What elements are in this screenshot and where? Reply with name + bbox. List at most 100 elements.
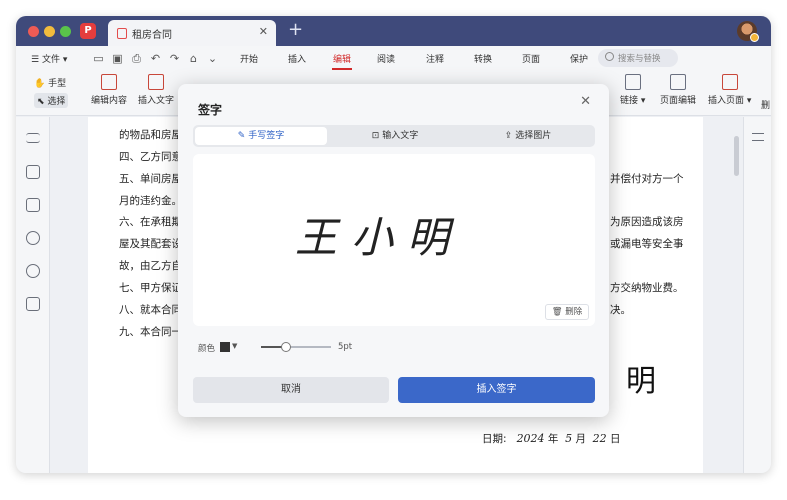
menu-bar: ☰ 文件 ▾ ▭ ▣ ⎙ ↶ ↷ ⌂ ⌄ 开始 插入 编辑 阅读 注释 转换 页…	[16, 46, 771, 72]
doc-line: 八、就本合同	[119, 304, 182, 316]
tab-type-text[interactable]: ⊡ 输入文字	[329, 127, 461, 145]
maximize-window-button[interactable]	[60, 26, 71, 37]
delete-signature-label: 删除	[565, 307, 583, 317]
doc-line: 月的违约金。	[119, 195, 182, 207]
delete-signature-button[interactable]: 🗑 删除	[545, 304, 589, 320]
open-folder-icon[interactable]: ▭	[92, 52, 105, 65]
tab-type-text-label: 输入文字	[382, 131, 419, 141]
stroke-size-label: 5pt	[338, 342, 353, 352]
pdf-file-icon	[117, 28, 127, 39]
active-tab-indicator	[332, 68, 352, 70]
signature-canvas[interactable]: 王小明 🗑 删除	[193, 154, 595, 326]
insert-page-label: 插入页面	[708, 96, 745, 106]
tab-title: 租房合同	[132, 30, 172, 41]
comment-icon[interactable]	[26, 198, 40, 212]
date-month-unit: 月	[575, 433, 586, 445]
search-input[interactable]: 搜索与替换	[598, 49, 678, 67]
date-day: 22	[592, 432, 607, 445]
hand-tool-button[interactable]: ✋ 手型	[34, 76, 66, 89]
tab-edit[interactable]: 编辑	[333, 52, 351, 65]
insert-page-icon	[721, 74, 738, 90]
doc-line: 九、本合同一	[119, 326, 182, 338]
doc-line: 屋及其配套设	[119, 238, 182, 250]
edit-content-button[interactable]: 编辑内容	[91, 74, 127, 106]
insert-text-button[interactable]: 插入文字	[138, 74, 174, 106]
search-panel-icon[interactable]	[26, 231, 40, 245]
new-tab-button[interactable]: +	[288, 19, 303, 40]
date-day-unit: 日	[609, 433, 621, 445]
doc-line-fragment: 方交纳物业费。	[610, 282, 684, 294]
dialog-close-icon[interactable]: ✕	[580, 94, 591, 109]
edit-content-label: 编辑内容	[91, 96, 128, 106]
tab-insert[interactable]: 插入	[288, 52, 306, 65]
doc-line: 的物品和房屋	[119, 129, 182, 141]
doc-line-fragment: 为原因造成该房	[610, 216, 684, 228]
search-icon	[605, 52, 614, 61]
home-icon[interactable]: ⌂	[187, 52, 200, 65]
select-tool-label: 选择	[47, 97, 66, 107]
close-window-button[interactable]	[28, 26, 39, 37]
tab-page[interactable]: 页面	[522, 52, 540, 65]
title-bar: P 租房合同 ✕ +	[16, 16, 771, 46]
doc-line: 四、乙方同意	[119, 151, 182, 163]
tab-protect[interactable]: 保护	[570, 52, 588, 65]
doc-line: 六、在承租期	[119, 216, 182, 228]
doc-line-fragment: 决。	[610, 304, 631, 316]
date-year-unit: 年	[547, 433, 559, 445]
print-icon[interactable]: ⎙	[130, 52, 143, 65]
tab-handwrite[interactable]: ✎ 手写签字	[195, 127, 327, 145]
signature-mode-tabs: ✎ 手写签字 ⊡ 输入文字 ⇪ 选择图片	[193, 125, 595, 147]
menu-icon[interactable]	[26, 133, 40, 143]
insert-signature-button[interactable]: 插入签字	[398, 377, 595, 403]
edit-content-icon	[101, 74, 117, 90]
stroke-size-slider[interactable]	[261, 342, 331, 352]
select-tool-button[interactable]: ⬉ 选择	[34, 93, 69, 108]
cancel-button[interactable]: 取消	[193, 377, 389, 403]
save-icon[interactable]: ▣	[111, 52, 124, 65]
signature-dialog: 签字 ✕ ✎ 手写签字 ⊡ 输入文字 ⇪ 选择图片 王小明 🗑 删除 颜色 ▼ …	[178, 84, 609, 417]
hand-tool-label: 手型	[48, 79, 67, 89]
insert-text-icon	[148, 74, 164, 90]
redo-icon[interactable]: ↷	[168, 52, 181, 65]
tab-annotate[interactable]: 注释	[426, 52, 444, 65]
link-icon	[624, 74, 641, 90]
undo-icon[interactable]: ↶	[149, 52, 162, 65]
tab-choose-image[interactable]: ⇪ 选择图片	[463, 127, 593, 145]
date-label: 日期:	[482, 433, 507, 445]
tab-start[interactable]: 开始	[240, 52, 258, 65]
page-edit-button[interactable]: 页面编辑	[660, 74, 696, 106]
placed-signature[interactable]: 明	[626, 356, 656, 400]
page-edit-icon	[670, 74, 686, 90]
document-tab[interactable]: 租房合同 ✕	[108, 20, 276, 46]
tab-handwrite-label: 手写签字	[248, 131, 285, 141]
file-menu-label: 文件	[41, 55, 60, 65]
date-year: 2024	[516, 432, 545, 445]
tab-convert[interactable]: 转换	[474, 52, 492, 65]
link-button[interactable]: 链接 ▾	[620, 74, 645, 106]
properties-icon[interactable]	[752, 133, 764, 141]
doc-line: 七、甲方保证	[119, 282, 182, 294]
slider-thumb[interactable]	[280, 342, 291, 352]
more-icon[interactable]: ⌄	[206, 52, 219, 65]
doc-line-fragment: 或漏电等安全事	[610, 238, 684, 250]
chevron-down-icon[interactable]: ▼	[232, 342, 237, 350]
right-sidebar	[743, 117, 771, 473]
tab-close-icon[interactable]: ✕	[259, 25, 268, 38]
delete-page-button[interactable]: 删	[761, 98, 770, 111]
thumbnails-icon[interactable]	[26, 165, 40, 179]
tab-read[interactable]: 阅读	[377, 52, 395, 65]
doc-line: 故，由乙方自	[119, 260, 182, 272]
file-menu[interactable]: ☰ 文件 ▾	[31, 52, 67, 65]
link-label: 链接	[620, 96, 639, 106]
attachment-icon[interactable]	[26, 264, 40, 278]
stroke-color-picker[interactable]	[220, 342, 230, 352]
insert-text-label: 插入文字	[138, 96, 175, 106]
vertical-scrollbar[interactable]	[734, 136, 739, 176]
minimize-window-button[interactable]	[44, 26, 55, 37]
dialog-title: 签字	[198, 103, 223, 117]
insert-page-button[interactable]: 插入页面 ▾	[708, 74, 751, 106]
page-settings-icon[interactable]	[26, 297, 40, 311]
search-placeholder: 搜索与替换	[618, 54, 661, 64]
doc-line-fragment: 并偿付对方一个	[610, 173, 684, 185]
doc-line: 五、单间房屋	[119, 173, 182, 185]
